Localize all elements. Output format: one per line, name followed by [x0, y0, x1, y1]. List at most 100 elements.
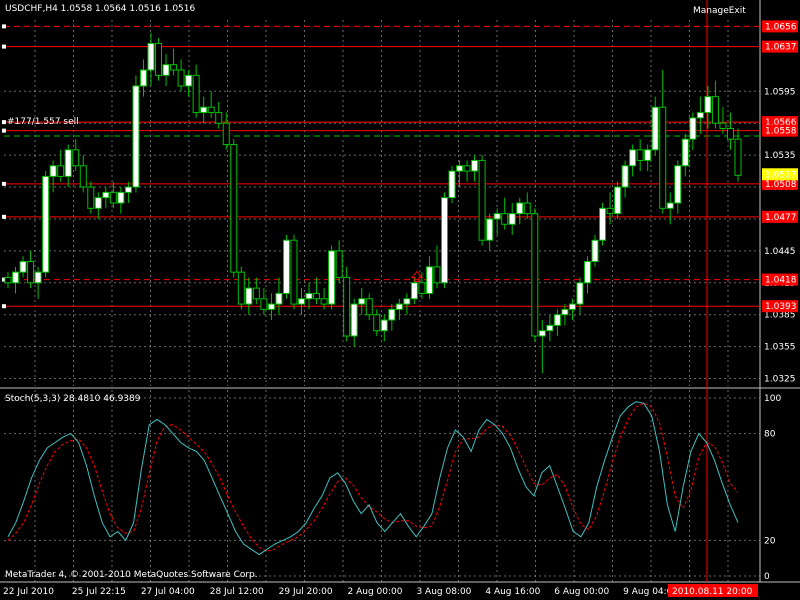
level-handle[interactable]: [2, 44, 6, 49]
x-tick-label: 28 Jul 12:00: [210, 587, 264, 597]
time-cursor-label: 2010.08.11 20:00: [672, 587, 753, 597]
trade-label: #177/1.557 sell: [7, 117, 79, 127]
candle-body: [599, 207, 607, 241]
candle-body: [177, 69, 185, 87]
x-tick-label: 27 Jul 04:00: [141, 587, 195, 597]
candle-body: [681, 138, 689, 167]
candle-body: [614, 186, 622, 215]
candle-body: [478, 159, 486, 241]
x-tick-label: 6 Aug 00:00: [554, 587, 609, 597]
candle-body: [373, 314, 381, 332]
level-handle[interactable]: [2, 24, 6, 29]
y-tick-label: 1.0595: [764, 87, 796, 97]
y-tick-label: 1.0445: [764, 247, 796, 257]
candle-body: [215, 112, 223, 124]
price-chart[interactable]: 1.05951.05651.05351.05051.04751.04451.04…: [0, 0, 800, 600]
x-tick-label: 29 Jul 20:00: [279, 587, 333, 597]
candle-body: [486, 218, 494, 241]
level-handle[interactable]: [2, 128, 6, 133]
candle-body: [275, 292, 283, 305]
stoch-y-tick-label: 100: [764, 394, 781, 404]
candle-body: [298, 298, 306, 305]
candle-body: [666, 202, 674, 209]
candle-body: [237, 271, 245, 305]
candle-body: [403, 298, 411, 305]
level-price-label: 1.0477: [765, 213, 797, 223]
level-handle[interactable]: [2, 304, 6, 309]
candle-body: [64, 149, 72, 177]
candle-body: [418, 282, 426, 294]
stoch-main-line: [7, 401, 739, 556]
candle-body: [170, 64, 178, 71]
copyright: MetaTrader 4, © 2001-2010 MetaQuotes Sof…: [5, 570, 258, 580]
level-price-label: 1.0508: [765, 180, 797, 190]
stoch-signal-line: [7, 402, 739, 552]
candle-body: [726, 128, 734, 140]
candle-body: [12, 271, 20, 284]
candle-body: [719, 122, 727, 130]
symbol-info: USDCHF,H4 1.0558 1.0564 1.0516 1.0516: [5, 4, 196, 14]
candle-body: [395, 303, 403, 310]
candle-body: [245, 287, 253, 305]
candle-body: [425, 266, 433, 294]
candle-body: [94, 197, 102, 209]
candle-body: [57, 165, 65, 177]
candle-body: [230, 143, 238, 273]
candle-body: [49, 165, 57, 177]
candle-body: [102, 191, 110, 199]
y-tick-label: 1.0535: [764, 151, 796, 161]
candle-body: [711, 96, 719, 124]
level-price-label: 1.0418: [765, 276, 797, 286]
candle-body: [328, 250, 336, 305]
candle-body: [117, 191, 125, 204]
level-price-label: 1.0558: [765, 127, 797, 137]
candle-body: [155, 42, 163, 76]
candle-body: [87, 186, 95, 209]
candle-body: [508, 213, 516, 225]
candle-body: [147, 42, 155, 71]
level-price-label: 1.0637: [765, 43, 797, 53]
level-handle[interactable]: [2, 181, 6, 186]
candle-body: [162, 64, 170, 76]
candle-body: [493, 213, 501, 220]
candle-body: [72, 149, 80, 167]
candle-body: [320, 298, 328, 305]
candle-body: [704, 96, 712, 114]
candle-body: [583, 261, 591, 284]
candle-body: [516, 202, 524, 215]
candle-body: [305, 292, 313, 300]
level-handle[interactable]: [2, 214, 6, 219]
candle-body: [19, 261, 27, 273]
candle-body: [4, 276, 12, 284]
candle-body: [380, 319, 388, 332]
candle-body: [471, 159, 479, 172]
level-price-label: 1.0656: [765, 22, 797, 32]
candle-body: [568, 303, 576, 310]
candle-body: [139, 69, 147, 87]
candle-body: [27, 261, 35, 284]
level-price-label: 1.0393: [765, 302, 797, 312]
manage-exit-label: ManageExit: [693, 6, 746, 16]
stoch-y-tick-label: 0: [764, 572, 770, 582]
candle-body: [335, 250, 343, 278]
candle-body: [463, 165, 471, 172]
candle-body: [456, 165, 464, 172]
candle-body: [252, 287, 260, 300]
candle-body: [34, 271, 42, 284]
candle-body: [440, 197, 448, 284]
candle-body: [350, 303, 358, 337]
candle-body: [448, 170, 456, 199]
candle-body: [388, 308, 396, 321]
stoch-title: Stoch(5,3,3) 28.4810 46.9389: [5, 394, 141, 404]
candle-body: [79, 165, 87, 188]
candle-body: [689, 117, 697, 140]
current-price-label: 1.0517: [765, 170, 797, 180]
candle-body: [576, 282, 584, 305]
candle-body: [674, 165, 682, 204]
x-tick-label: 22 Jul 2010: [3, 587, 54, 597]
y-tick-label: 1.0325: [764, 375, 796, 385]
candle-body: [267, 303, 275, 310]
candle-body: [207, 106, 215, 114]
level-handle[interactable]: [2, 120, 6, 125]
candle-body: [659, 106, 667, 209]
